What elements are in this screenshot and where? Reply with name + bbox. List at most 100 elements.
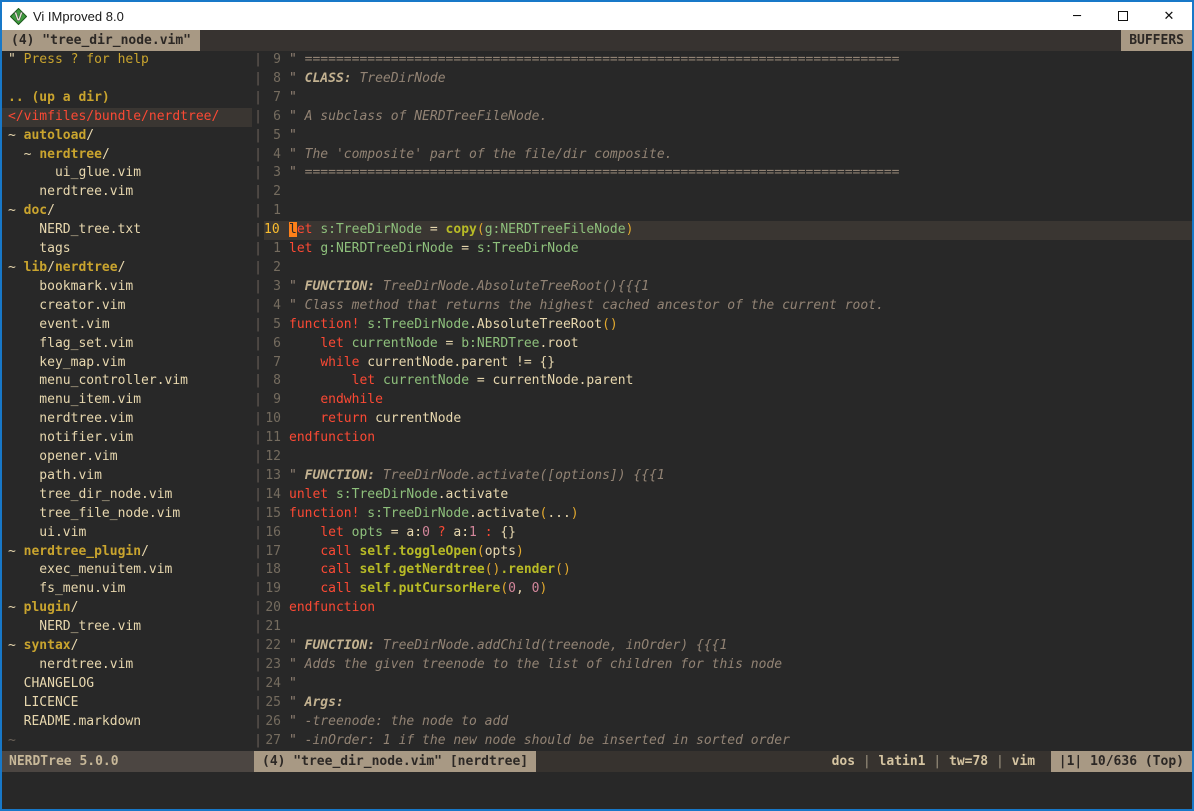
code-line[interactable]: 9 endwhile (264, 391, 1192, 410)
code-line[interactable]: 8" CLASS: TreeDirNode (264, 70, 1192, 89)
tree-item[interactable]: key_map.vim (8, 354, 252, 373)
code-line[interactable]: 23" Adds the given treenode to the list … (264, 656, 1192, 675)
separator-glyph: | (252, 561, 264, 580)
tree-item[interactable]: ~ lib/nerdtree/ (8, 259, 252, 278)
tree-item[interactable]: CHANGELOG (8, 675, 252, 694)
code-token: let (289, 241, 312, 256)
tree-item[interactable]: NERD_tree.txt (8, 221, 252, 240)
code-line[interactable]: 5" (264, 127, 1192, 146)
tree-item[interactable]: tree_dir_node.vim (8, 486, 252, 505)
code-line[interactable]: 13" FUNCTION: TreeDirNode.activate([opti… (264, 467, 1192, 486)
code-line[interactable]: 1let g:NERDTreeDirNode = s:TreeDirNode (264, 240, 1192, 259)
code-token: let (352, 373, 375, 388)
close-button[interactable]: ✕ (1146, 2, 1192, 30)
tree-item[interactable]: ~ (8, 732, 252, 751)
code-line[interactable]: 11endfunction (264, 429, 1192, 448)
code-line[interactable]: 24" (264, 675, 1192, 694)
tree-item[interactable]: </vimfiles/bundle/nerdtree/ (2, 108, 252, 127)
code-line[interactable]: 2 (264, 259, 1192, 278)
code-line[interactable]: 9" =====================================… (264, 51, 1192, 70)
code-line[interactable]: 3" FUNCTION: TreeDirNode.AbsoluteTreeRoo… (264, 278, 1192, 297)
editor-split: " Press ? for help .. (up a dir)</vimfile… (2, 51, 1192, 751)
tree-item[interactable]: event.vim (8, 316, 252, 335)
code-line[interactable]: 25" Args: (264, 694, 1192, 713)
code-token (289, 411, 320, 426)
tree-item[interactable]: bookmark.vim (8, 278, 252, 297)
code-line[interactable]: 10 return currentNode (264, 410, 1192, 429)
tree-item[interactable]: notifier.vim (8, 429, 252, 448)
separator-glyph: | (252, 618, 264, 637)
code-token: syntax (24, 638, 71, 653)
code-line[interactable]: 6 let currentNode = b:NERDTree.root (264, 335, 1192, 354)
tree-item[interactable]: tags (8, 240, 252, 259)
tree-item[interactable]: exec_menuitem.vim (8, 561, 252, 580)
editor-panel[interactable]: 9" =====================================… (264, 51, 1192, 751)
code-line[interactable]: 4" Class method that returns the highest… (264, 297, 1192, 316)
code-line[interactable]: 27" -inOrder: 1 if the new node should b… (264, 732, 1192, 751)
maximize-button[interactable] (1100, 2, 1146, 30)
tree-item[interactable]: fs_menu.vim (8, 580, 252, 599)
minimize-button[interactable]: ─ (1054, 2, 1100, 30)
code-line[interactable]: 16 let opts = a:0 ? a:1 : {} (264, 524, 1192, 543)
code-line[interactable]: 6" A subclass of NERDTreeFileNode. (264, 108, 1192, 127)
tree-item[interactable]: ~ nerdtree_plugin/ (8, 543, 252, 562)
tree-item[interactable]: ~ syntax/ (8, 637, 252, 656)
tree-item[interactable]: nerdtree.vim (8, 410, 252, 429)
tree-item[interactable]: ui_glue.vim (8, 164, 252, 183)
code-line[interactable]: 1 (264, 202, 1192, 221)
code-line[interactable]: 3" =====================================… (264, 164, 1192, 183)
tree-item[interactable]: flag_set.vim (8, 335, 252, 354)
code-line[interactable]: 7 while currentNode.parent != {} (264, 354, 1192, 373)
tree-item[interactable]: ~ nerdtree/ (8, 146, 252, 165)
separator-glyph: | (252, 656, 264, 675)
code-line[interactable]: 5function! s:TreeDirNode.AbsoluteTreeRoo… (264, 316, 1192, 335)
code-line[interactable]: 12 (264, 448, 1192, 467)
tree-item[interactable]: menu_controller.vim (8, 372, 252, 391)
tree-item[interactable]: ~ autoload/ (8, 127, 252, 146)
tree-item[interactable]: nerdtree.vim (8, 656, 252, 675)
separator-glyph: | (252, 505, 264, 524)
code-line[interactable]: 10let s:TreeDirNode = copy(g:NERDTreeFil… (264, 221, 1192, 240)
tree-item[interactable]: ui.vim (8, 524, 252, 543)
code-token: = a: (383, 525, 422, 540)
tree-item[interactable]: tree_file_node.vim (8, 505, 252, 524)
code-line[interactable]: 4" The 'composite' part of the file/dir … (264, 146, 1192, 165)
status-separator: | (988, 754, 1011, 769)
code-line[interactable]: 2 (264, 183, 1192, 202)
code-line[interactable]: 18 call self.getNerdtree().render() (264, 561, 1192, 580)
code-line[interactable]: 15function! s:TreeDirNode.activate(...) (264, 505, 1192, 524)
separator-glyph: | (252, 637, 264, 656)
tree-item[interactable]: ~ doc/ (8, 202, 252, 221)
code-line[interactable]: 19 call self.putCursorHere(0, 0) (264, 580, 1192, 599)
separator-glyph: | (252, 221, 264, 240)
tree-item[interactable]: path.vim (8, 467, 252, 486)
tree-item[interactable]: " Press ? for help (8, 51, 252, 70)
code-line[interactable]: 21 (264, 618, 1192, 637)
code-line[interactable]: 8 let currentNode = currentNode.parent (264, 372, 1192, 391)
code-token: 0 (508, 581, 516, 596)
code-token: " Class method that returns the highest … (289, 298, 884, 313)
tree-item[interactable]: ~ plugin/ (8, 599, 252, 618)
tree-item[interactable]: creator.vim (8, 297, 252, 316)
tree-item[interactable]: nerdtree.vim (8, 183, 252, 202)
command-line[interactable] (2, 772, 1192, 809)
code-line[interactable]: 22" FUNCTION: TreeDirNode.addChild(treen… (264, 637, 1192, 656)
code-token: .AbsoluteTreeRoot (469, 317, 602, 332)
code-line[interactable]: 14unlet s:TreeDirNode.activate (264, 486, 1192, 505)
tree-item[interactable]: LICENCE (8, 694, 252, 713)
tree-item[interactable]: opener.vim (8, 448, 252, 467)
code-line[interactable]: 7" (264, 89, 1192, 108)
tree-item[interactable]: README.markdown (8, 713, 252, 732)
code-line[interactable]: 20endfunction (264, 599, 1192, 618)
tree-item[interactable]: menu_item.vim (8, 391, 252, 410)
code-token: = (438, 336, 461, 351)
code-line[interactable]: 26" -treenode: the node to add (264, 713, 1192, 732)
code-token (289, 355, 320, 370)
code-line[interactable]: 17 call self.toggleOpen(opts) (264, 543, 1192, 562)
tab-tree-dir-node[interactable]: (4) "tree_dir_node.vim" (2, 30, 200, 51)
code-token: .render (500, 562, 555, 577)
tree-item[interactable]: .. (up a dir) (8, 89, 252, 108)
code-token: menu_controller.vim (8, 373, 188, 388)
tree-item[interactable]: NERD_tree.vim (8, 618, 252, 637)
window-separator[interactable]: ||||||||||||||||||||||||||||||||||||| (252, 51, 264, 751)
